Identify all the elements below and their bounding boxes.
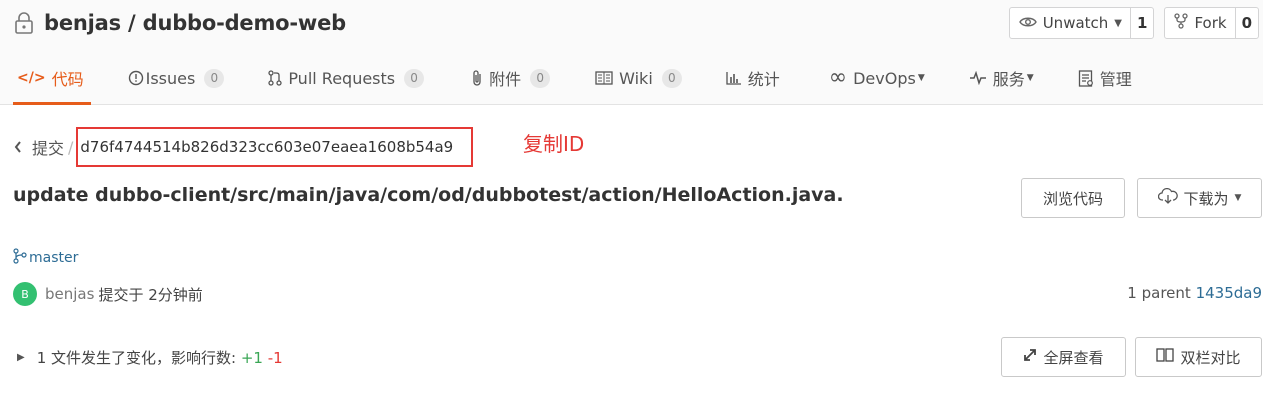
browse-code-label: 浏览代码 [1042,189,1103,208]
avatar[interactable]: B [13,282,37,306]
tab-devops-label: DevOps [853,68,916,88]
split-view-button[interactable]: 双栏对比 [1135,337,1262,377]
changes-summary-text: 1 文件发生了变化，影响行数: [36,349,237,367]
copy-id-annotation: 复制ID [523,132,585,156]
tab-wiki[interactable]: Wiki 0 [595,52,682,104]
deletions-count: -1 [267,349,283,367]
fork-button[interactable]: Fork [1165,8,1236,38]
caret-down-icon: ▼ [1026,73,1034,83]
commits-back-link[interactable]: 提交 [14,135,64,159]
repo-header: benjas / dubbo-demo-web Unwatch ▼ 1 Fork… [0,0,1263,105]
repo-name[interactable]: dubbo-demo-web [143,11,347,35]
tab-code[interactable]: </> 代码 [13,52,91,105]
expand-icon [1023,348,1037,366]
tab-devops[interactable]: ∞ DevOps ▼ [829,52,925,104]
commit-time: 提交于 2分钟前 [98,285,203,304]
breadcrumb: 提交 / d76f4744514b826d323cc603e07eaea1608… [14,127,474,167]
tab-manage-label: 管理 [1099,70,1132,89]
tab-code-label: 代码 [51,70,84,89]
tab-stats-label: 统计 [747,70,780,89]
pull-request-icon [268,70,282,86]
commit-id[interactable]: d76f4744514b826d323cc603e07eaea1608b54a9 [76,127,474,167]
repo-full-name[interactable]: benjas / dubbo-demo-web [44,11,346,35]
eye-icon [1018,14,1037,32]
parent-hash-link[interactable]: 1435da9 [1196,284,1262,302]
parent-label: 1 parent [1127,284,1191,302]
infinity-icon: ∞ [828,65,848,90]
author-name[interactable]: benjas [45,285,94,303]
tab-attachments[interactable]: 附件 0 [471,52,551,104]
paperclip-icon [471,69,483,87]
tab-pull-requests-label: Pull Requests [288,68,396,88]
split-view-label: 双栏对比 [1180,348,1241,367]
repo-tabs: </> 代码 Issues 0 Pull Requests 0 附件 0 Wik… [0,52,1132,105]
unwatch-button[interactable]: Unwatch ▼ [1010,8,1131,38]
download-button[interactable]: 下载为 ▼ [1137,178,1262,218]
caret-down-icon: ▼ [1234,193,1242,203]
parent-info: 1 parent 1435da9 [1127,284,1262,302]
commit-message: update dubbo-client/src/main/java/com/od… [13,184,844,206]
download-label: 下载为 [1183,189,1229,208]
attachments-count-badge: 0 [530,68,551,88]
repo-actions: Unwatch ▼ 1 Fork 0 [1008,7,1259,39]
watch-button-group[interactable]: Unwatch ▼ 1 [1008,7,1155,39]
pull-requests-count-badge: 0 [404,68,425,88]
chevron-left-icon [14,138,22,157]
tab-issues-label: Issues [145,68,196,88]
fullscreen-button[interactable]: 全屏查看 [1001,337,1126,377]
additions-count: +1 [240,349,263,367]
branch-name: master [29,250,79,266]
book-icon [595,71,613,85]
tab-manage[interactable]: 管理 [1078,52,1132,104]
issue-icon [128,70,144,86]
tab-pull-requests[interactable]: Pull Requests 0 [268,52,425,104]
caret-down-icon: ▼ [1114,17,1122,29]
bar-chart-icon [726,71,742,85]
commit-author: B benjas 提交于 2分钟前 [13,282,203,306]
tab-issues[interactable]: Issues 0 [128,52,225,104]
fork-count[interactable]: 0 [1236,8,1258,38]
manage-icon [1078,69,1094,87]
fork-button-group[interactable]: Fork 0 [1164,7,1259,39]
tab-wiki-label: Wiki [619,68,653,88]
commits-back-label: 提交 [32,139,65,158]
issues-count-badge: 0 [204,68,225,88]
watch-count[interactable]: 1 [1131,8,1153,38]
repo-title: benjas / dubbo-demo-web [14,8,346,38]
cloud-download-icon [1157,187,1178,208]
browse-code-button[interactable]: 浏览代码 [1021,178,1125,218]
unwatch-label: Unwatch [1042,14,1109,32]
branch-link[interactable]: master [13,248,78,268]
fullscreen-label: 全屏查看 [1043,348,1104,367]
tab-attachments-label: 附件 [489,70,522,89]
changes-summary[interactable]: ▶ 1 文件发生了变化，影响行数: +1 -1 [17,347,283,368]
pulse-icon [969,71,987,85]
fork-label: Fork [1194,14,1227,32]
caret-right-icon[interactable]: ▶ [17,352,25,363]
caret-down-icon: ▼ [917,73,925,83]
split-columns-icon [1156,348,1175,366]
tab-stats[interactable]: 统计 [726,52,780,104]
breadcrumb-separator: / [68,137,74,157]
lock-icon [14,12,34,34]
branch-icon [13,248,27,268]
repo-separator: / [120,11,143,35]
repo-owner[interactable]: benjas [44,11,121,35]
wiki-count-badge: 0 [661,68,682,88]
code-icon: </> [17,70,46,86]
tab-services[interactable]: 服务 ▼ [969,52,1034,104]
tab-services-label: 服务 [992,70,1025,89]
fork-icon [1174,13,1189,33]
